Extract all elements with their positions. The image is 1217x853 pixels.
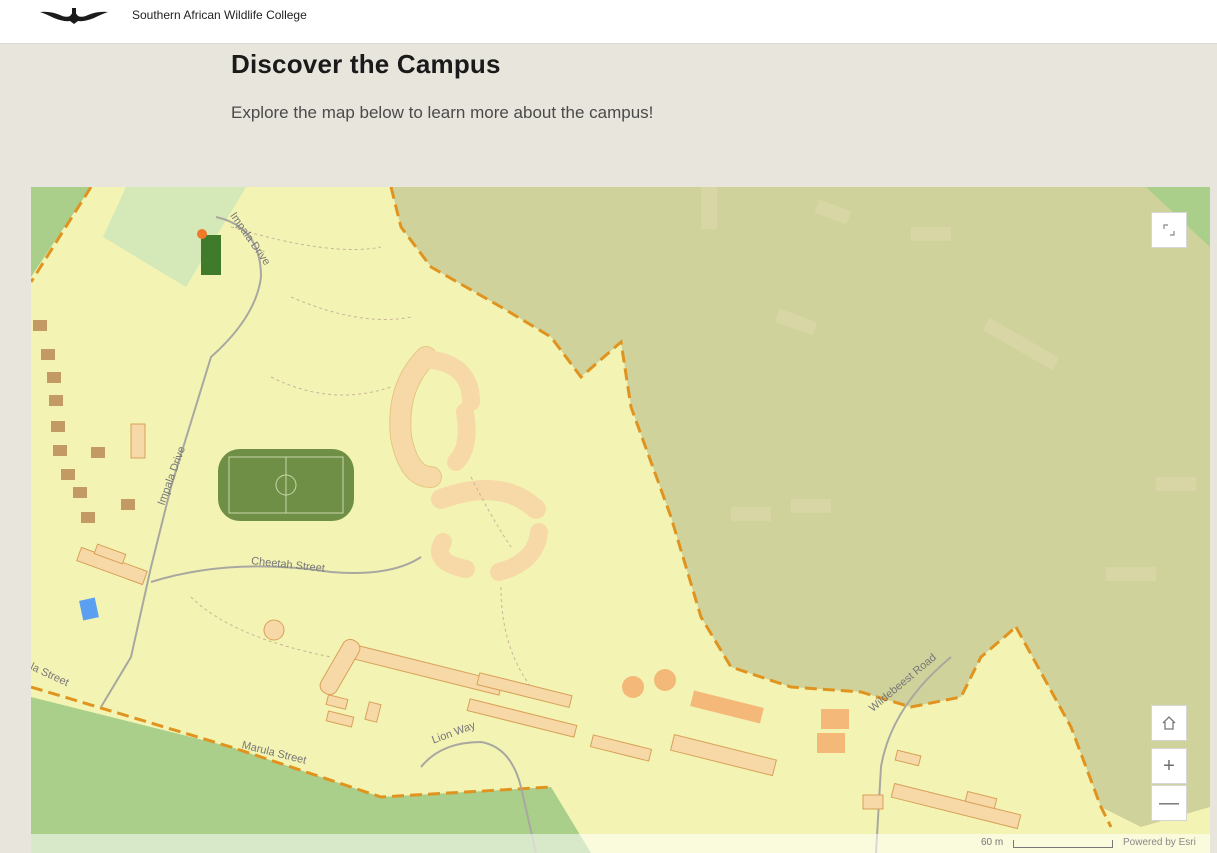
expand-icon (1163, 224, 1175, 236)
map-canvas[interactable] (31, 187, 1210, 853)
home-button[interactable] (1151, 705, 1187, 741)
wildlife-logo-icon[interactable] (36, 2, 112, 24)
campus-map[interactable]: Impala Drive Impala Drive Cheetah Street… (31, 187, 1210, 853)
pool (79, 597, 99, 621)
scale-bar (1013, 840, 1113, 848)
grass-patch (103, 187, 246, 287)
expand-button[interactable] (1151, 212, 1187, 248)
top-bar: Southern African Wildlife College (0, 0, 1217, 44)
scale-label: 60 m (981, 837, 1004, 848)
page-subtitle: Explore the map below to learn more abou… (231, 103, 654, 122)
powered-by-esri[interactable]: Powered by Esri (1123, 837, 1196, 848)
green-building (201, 235, 221, 275)
zoom-out-button[interactable]: — (1151, 785, 1187, 821)
page-title: Discover the Campus (231, 49, 501, 79)
org-name[interactable]: Southern African Wildlife College (132, 8, 307, 22)
home-icon (1162, 716, 1176, 730)
zoom-in-button[interactable]: + (1151, 748, 1187, 784)
